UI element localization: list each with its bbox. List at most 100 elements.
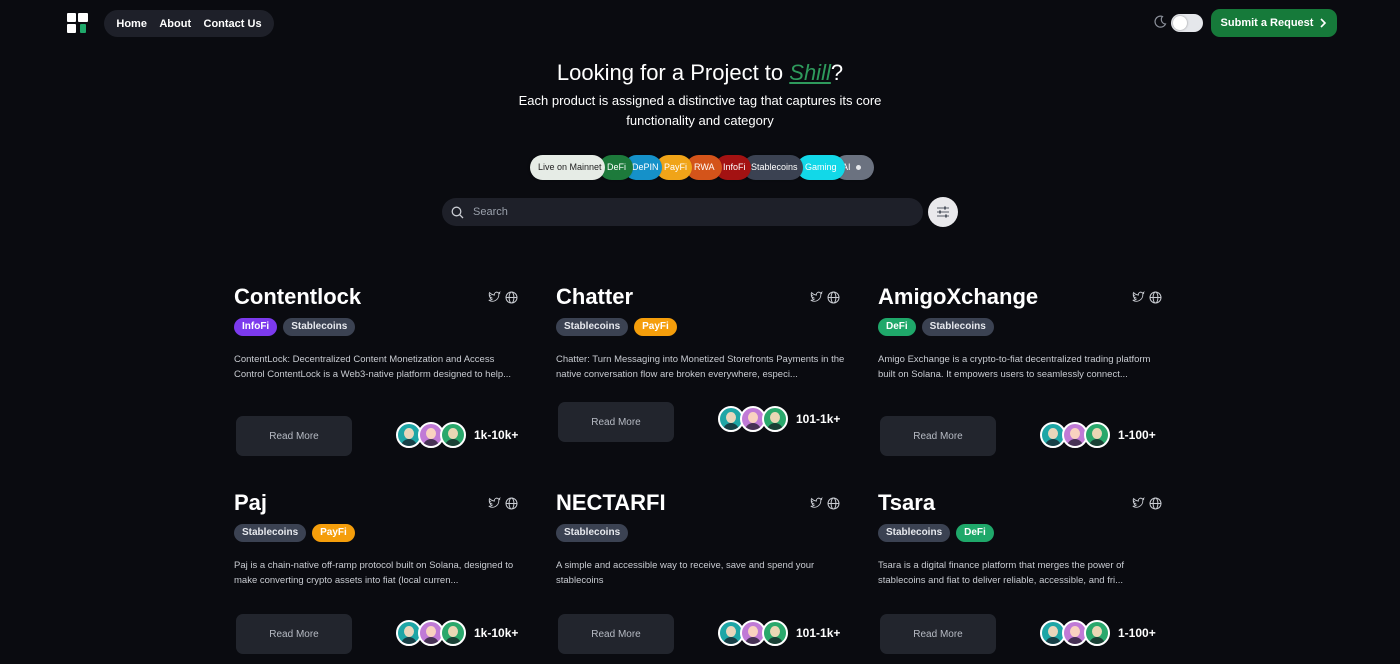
project-title[interactable]: Contentlock — [234, 284, 361, 310]
avatar — [440, 422, 466, 448]
filter-tag-live-on-mainnet[interactable]: Live on Mainnet — [530, 155, 605, 180]
project-title[interactable]: AmigoXchange — [878, 284, 1038, 310]
project-description: A simple and accessible way to receive, … — [556, 560, 815, 586]
read-more-button[interactable]: Read More — [236, 614, 352, 654]
tag-badge[interactable]: PayFi — [312, 524, 355, 542]
project-tags: DeFi Stablecoins — [878, 318, 994, 336]
tag-badge[interactable]: DeFi — [878, 318, 916, 336]
avatar — [1084, 620, 1110, 646]
avatar — [762, 406, 788, 432]
community-avatars: 101-1k+ — [718, 620, 840, 646]
social-links — [488, 497, 518, 510]
nav-home[interactable]: Home — [116, 18, 147, 30]
community-avatars: 1-100+ — [1040, 620, 1156, 646]
project-description: Chatter: Turn Messaging into Monetized S… — [556, 354, 845, 380]
social-links — [810, 497, 840, 510]
filter-settings-button[interactable] — [928, 197, 958, 227]
community-avatars: 101-1k+ — [718, 406, 840, 432]
globe-icon[interactable] — [827, 291, 840, 304]
tag-badge[interactable]: DeFi — [956, 524, 994, 542]
read-more-button[interactable]: Read More — [558, 402, 674, 442]
project-title[interactable]: Paj — [234, 490, 267, 516]
theme-toggle[interactable] — [1171, 14, 1203, 32]
search-icon — [451, 206, 464, 218]
filter-tag-stablecoins[interactable]: Stablecoins — [743, 155, 803, 180]
project-title[interactable]: Tsara — [878, 490, 935, 516]
category-filter: Live on Mainnet DeFi DePIN PayFi RWA InfoFi St… — [530, 155, 875, 180]
community-avatars: 1k-10k+ — [396, 620, 518, 646]
tag-badge[interactable]: Stablecoins — [878, 524, 951, 542]
twitter-icon[interactable] — [810, 497, 823, 509]
community-size: 1-100+ — [1118, 626, 1156, 640]
globe-icon[interactable] — [505, 291, 518, 304]
community-size: 101-1k+ — [796, 412, 841, 426]
filter-tag-gaming[interactable]: Gaming — [797, 155, 845, 180]
tag-badge[interactable]: Stablecoins — [556, 524, 629, 542]
globe-icon[interactable] — [827, 497, 840, 510]
read-more-button[interactable]: Read More — [880, 416, 996, 456]
sliders-icon — [937, 206, 949, 218]
community-size: 101-1k+ — [796, 626, 841, 640]
read-more-button[interactable]: Read More — [880, 614, 996, 654]
avatar — [1084, 422, 1110, 448]
read-more-button[interactable]: Read More — [236, 416, 352, 456]
read-more-button[interactable]: Read More — [558, 614, 674, 654]
twitter-icon[interactable] — [810, 291, 823, 303]
project-tags: InfoFi Stablecoins — [234, 318, 356, 336]
avatar — [762, 620, 788, 646]
search-input[interactable] — [473, 206, 893, 218]
tag-badge[interactable]: Stablecoins — [556, 318, 629, 336]
project-title[interactable]: Chatter — [556, 284, 633, 310]
globe-icon[interactable] — [505, 497, 518, 510]
globe-icon[interactable] — [1149, 291, 1162, 304]
project-description: ContentLock: Decentralized Content Monet… — [234, 354, 512, 380]
tag-badge[interactable]: Stablecoins — [234, 524, 307, 542]
project-card: Paj Stablecoins PayFi Paj is a chain-native… — [234, 490, 534, 664]
nav-contact-us[interactable]: Contact Us — [204, 18, 262, 30]
tag-badge[interactable]: Stablecoins — [283, 318, 356, 336]
social-links — [1132, 291, 1162, 304]
search-bar — [442, 198, 923, 226]
globe-icon[interactable] — [1149, 497, 1162, 510]
project-tags: Stablecoins PayFi — [234, 524, 355, 542]
twitter-icon[interactable] — [1132, 291, 1145, 303]
moon-icon — [1154, 15, 1167, 28]
submit-request-button[interactable]: Submit a Request — [1211, 9, 1337, 37]
project-card: Chatter Stablecoins PayFi Chatter: Turn Mes… — [556, 284, 856, 474]
twitter-icon[interactable] — [488, 497, 501, 509]
project-description: Paj is a chain-native off-ramp protocol … — [234, 560, 514, 586]
logo-icon[interactable] — [66, 12, 90, 34]
title-prefix: Looking for a Project to — [556, 60, 790, 85]
project-card: AmigoXchange DeFi Stablecoins Amigo Exchang… — [878, 284, 1178, 474]
social-links — [488, 291, 518, 304]
chevron-right-icon — [1320, 18, 1327, 28]
twitter-icon[interactable] — [1132, 497, 1145, 509]
project-tags: Stablecoins DeFi — [878, 524, 994, 542]
dot-icon — [856, 165, 861, 170]
main-nav: Home About Contact Us — [104, 10, 274, 37]
project-tags: Stablecoins — [556, 524, 629, 542]
social-links — [810, 291, 840, 304]
page-title: Looking for a Project to Shill? — [0, 60, 1400, 86]
title-accent: Shill — [789, 60, 831, 85]
avatar — [440, 620, 466, 646]
community-avatars: 1-100+ — [1040, 422, 1156, 448]
tag-badge[interactable]: PayFi — [634, 318, 677, 336]
twitter-icon[interactable] — [488, 291, 501, 303]
page-subtitle: Each product is assigned a distinctive t… — [518, 93, 882, 128]
project-card: NECTARFI Stablecoins A simple and accessib… — [556, 490, 856, 664]
submit-request-label: Submit a Request — [1220, 17, 1314, 29]
community-size: 1k-10k+ — [474, 626, 519, 640]
tag-badge[interactable]: InfoFi — [234, 318, 278, 336]
tag-badge[interactable]: Stablecoins — [921, 318, 994, 336]
project-title[interactable]: NECTARFI — [556, 490, 666, 516]
community-avatars: 1k-10k+ — [396, 422, 518, 448]
project-card: Contentlock InfoFi Stablecoins ContentLock:… — [234, 284, 534, 474]
project-description: Tsara is a digital finance platform that… — [878, 560, 1125, 586]
project-description: Amigo Exchange is a crypto-to-fiat decen… — [878, 354, 1151, 380]
project-tags: Stablecoins PayFi — [556, 318, 677, 336]
nav-about[interactable]: About — [159, 18, 191, 30]
project-card: Tsara Stablecoins DeFi Tsara is a digital f… — [878, 490, 1178, 664]
community-size: 1k-10k+ — [474, 428, 519, 442]
social-links — [1132, 497, 1162, 510]
